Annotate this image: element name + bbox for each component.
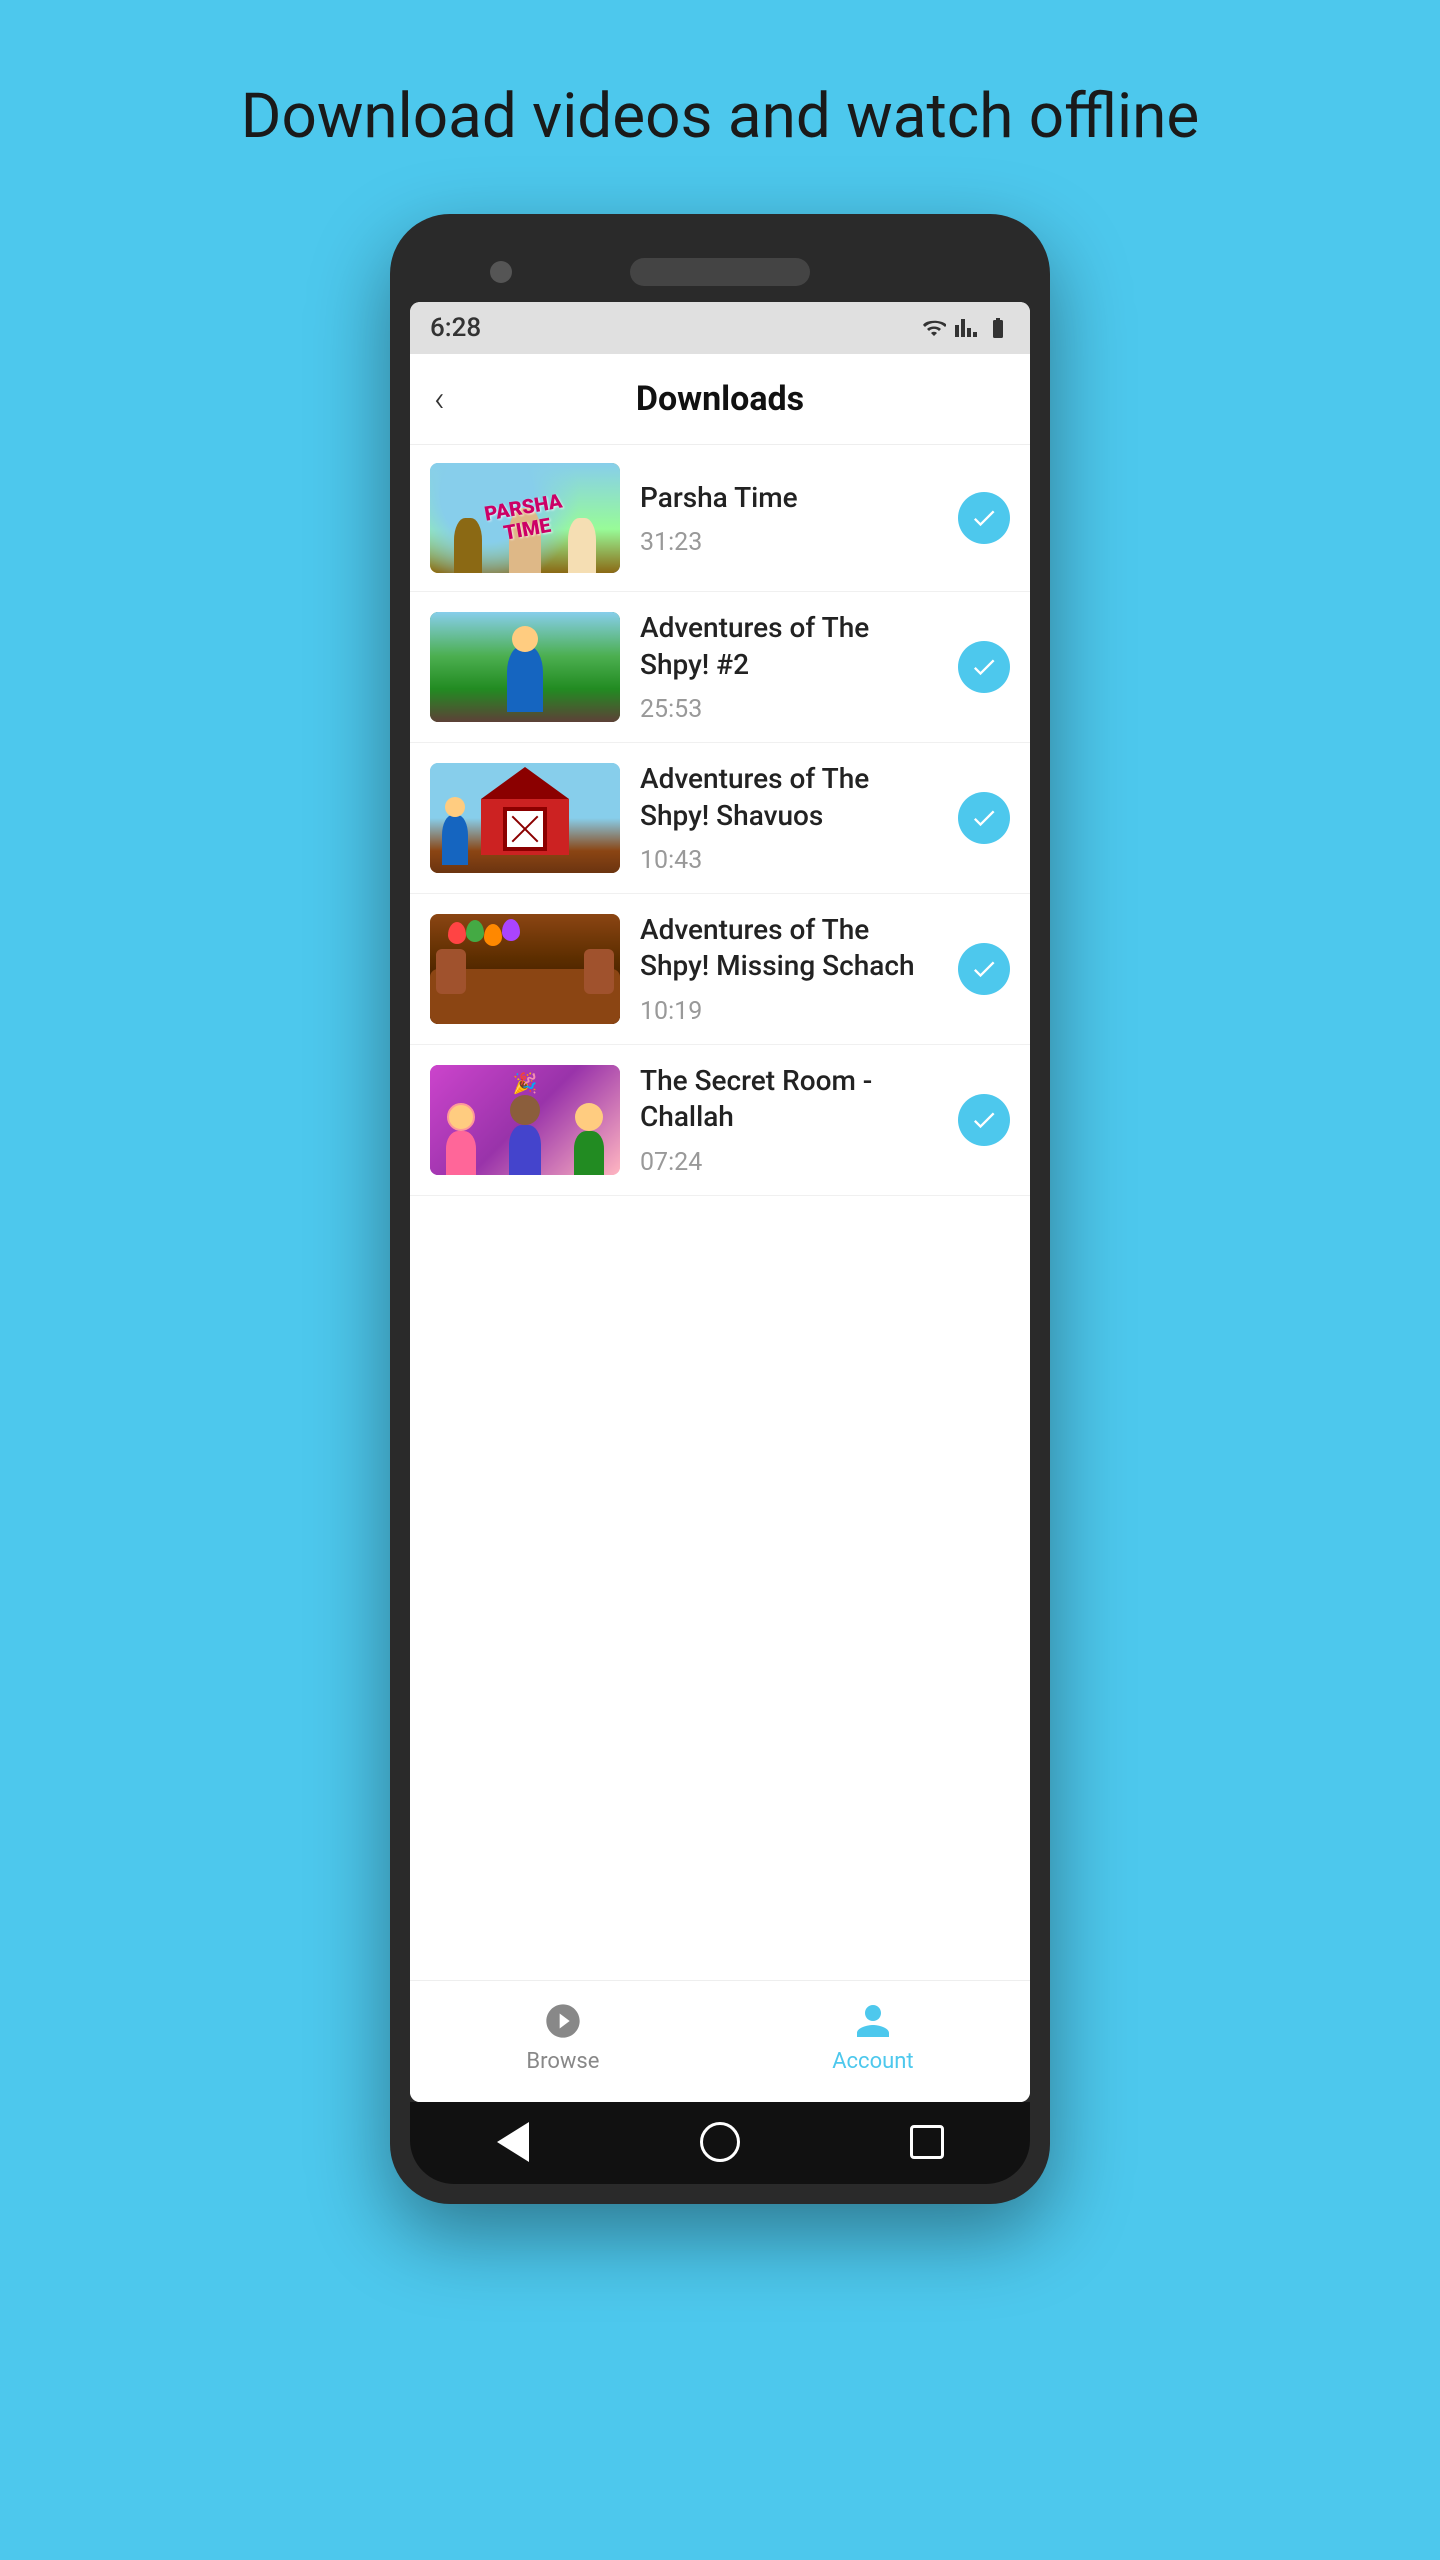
signal-icon (954, 316, 978, 340)
wifi-icon (922, 316, 946, 340)
video-duration: 31:23 (640, 528, 938, 557)
video-title: Parsha Time (640, 480, 938, 516)
home-nav-button[interactable] (698, 2120, 742, 2164)
video-info: The Secret Room - Challah 07:24 (640, 1063, 938, 1177)
downloaded-check (958, 492, 1010, 544)
app-header: ‹ Downloads (410, 354, 1030, 445)
video-info: Adventures of The Shpy! Shavuos 10:43 (640, 761, 938, 875)
video-title: Adventures of The Shpy! #2 (640, 610, 938, 683)
list-item[interactable]: Adventures of The Shpy! #2 25:53 (410, 592, 1030, 743)
downloaded-check (958, 641, 1010, 693)
downloaded-check (958, 943, 1010, 995)
video-title: Adventures of The Shpy! Shavuos (640, 761, 938, 834)
phone-speaker (630, 258, 810, 286)
list-item[interactable]: PARSHATIME Parsha Time 31:23 (410, 445, 1030, 592)
recents-nav-button[interactable] (905, 2120, 949, 2164)
video-duration: 07:24 (640, 1148, 938, 1177)
video-thumbnail-secret: 🎉 (430, 1065, 620, 1175)
phone-device: 6:28 ‹ Downloads (390, 214, 1050, 2204)
downloaded-check (958, 792, 1010, 844)
list-item[interactable]: Adventures of The Shpy! Missing Schach 1… (410, 894, 1030, 1045)
video-thumbnail-shavuos (430, 763, 620, 873)
nav-item-account[interactable]: Account (832, 2001, 913, 2074)
page-headline: Download videos and watch offline (241, 80, 1199, 154)
play-circle-icon (543, 2001, 583, 2041)
account-icon (853, 2001, 893, 2041)
video-thumbnail-parsha: PARSHATIME (430, 463, 620, 573)
video-title: Adventures of The Shpy! Missing Schach (640, 912, 938, 985)
status-time: 6:28 (430, 313, 481, 343)
status-icons (922, 316, 1010, 340)
bottom-nav: Browse Account (410, 1980, 1030, 2102)
downloaded-check (958, 1094, 1010, 1146)
back-nav-button[interactable] (491, 2120, 535, 2164)
nav-label-browse: Browse (526, 2049, 599, 2074)
video-info: Adventures of The Shpy! Missing Schach 1… (640, 912, 938, 1026)
video-duration: 10:19 (640, 997, 938, 1026)
back-button[interactable]: ‹ (434, 378, 445, 420)
nav-label-account: Account (832, 2049, 913, 2074)
video-duration: 10:43 (640, 846, 938, 875)
phone-bottom-bar (410, 2102, 1030, 2184)
video-info: Adventures of The Shpy! #2 25:53 (640, 610, 938, 724)
page-title: Downloads (636, 379, 804, 419)
battery-icon (986, 316, 1010, 340)
video-duration: 25:53 (640, 695, 938, 724)
list-item[interactable]: Adventures of The Shpy! Shavuos 10:43 (410, 743, 1030, 894)
video-info: Parsha Time 31:23 (640, 480, 938, 557)
list-item[interactable]: 🎉 (410, 1045, 1030, 1196)
phone-camera (490, 261, 512, 283)
video-thumbnail-missing (430, 914, 620, 1024)
nav-item-browse[interactable]: Browse (526, 2001, 599, 2074)
status-bar: 6:28 (410, 302, 1030, 354)
phone-screen: 6:28 ‹ Downloads (410, 302, 1030, 2102)
video-thumbnail-shpy2 (430, 612, 620, 722)
video-title: The Secret Room - Challah (640, 1063, 938, 1136)
video-list: PARSHATIME Parsha Time 31:23 (410, 445, 1030, 1588)
phone-top-bar (410, 234, 1030, 302)
